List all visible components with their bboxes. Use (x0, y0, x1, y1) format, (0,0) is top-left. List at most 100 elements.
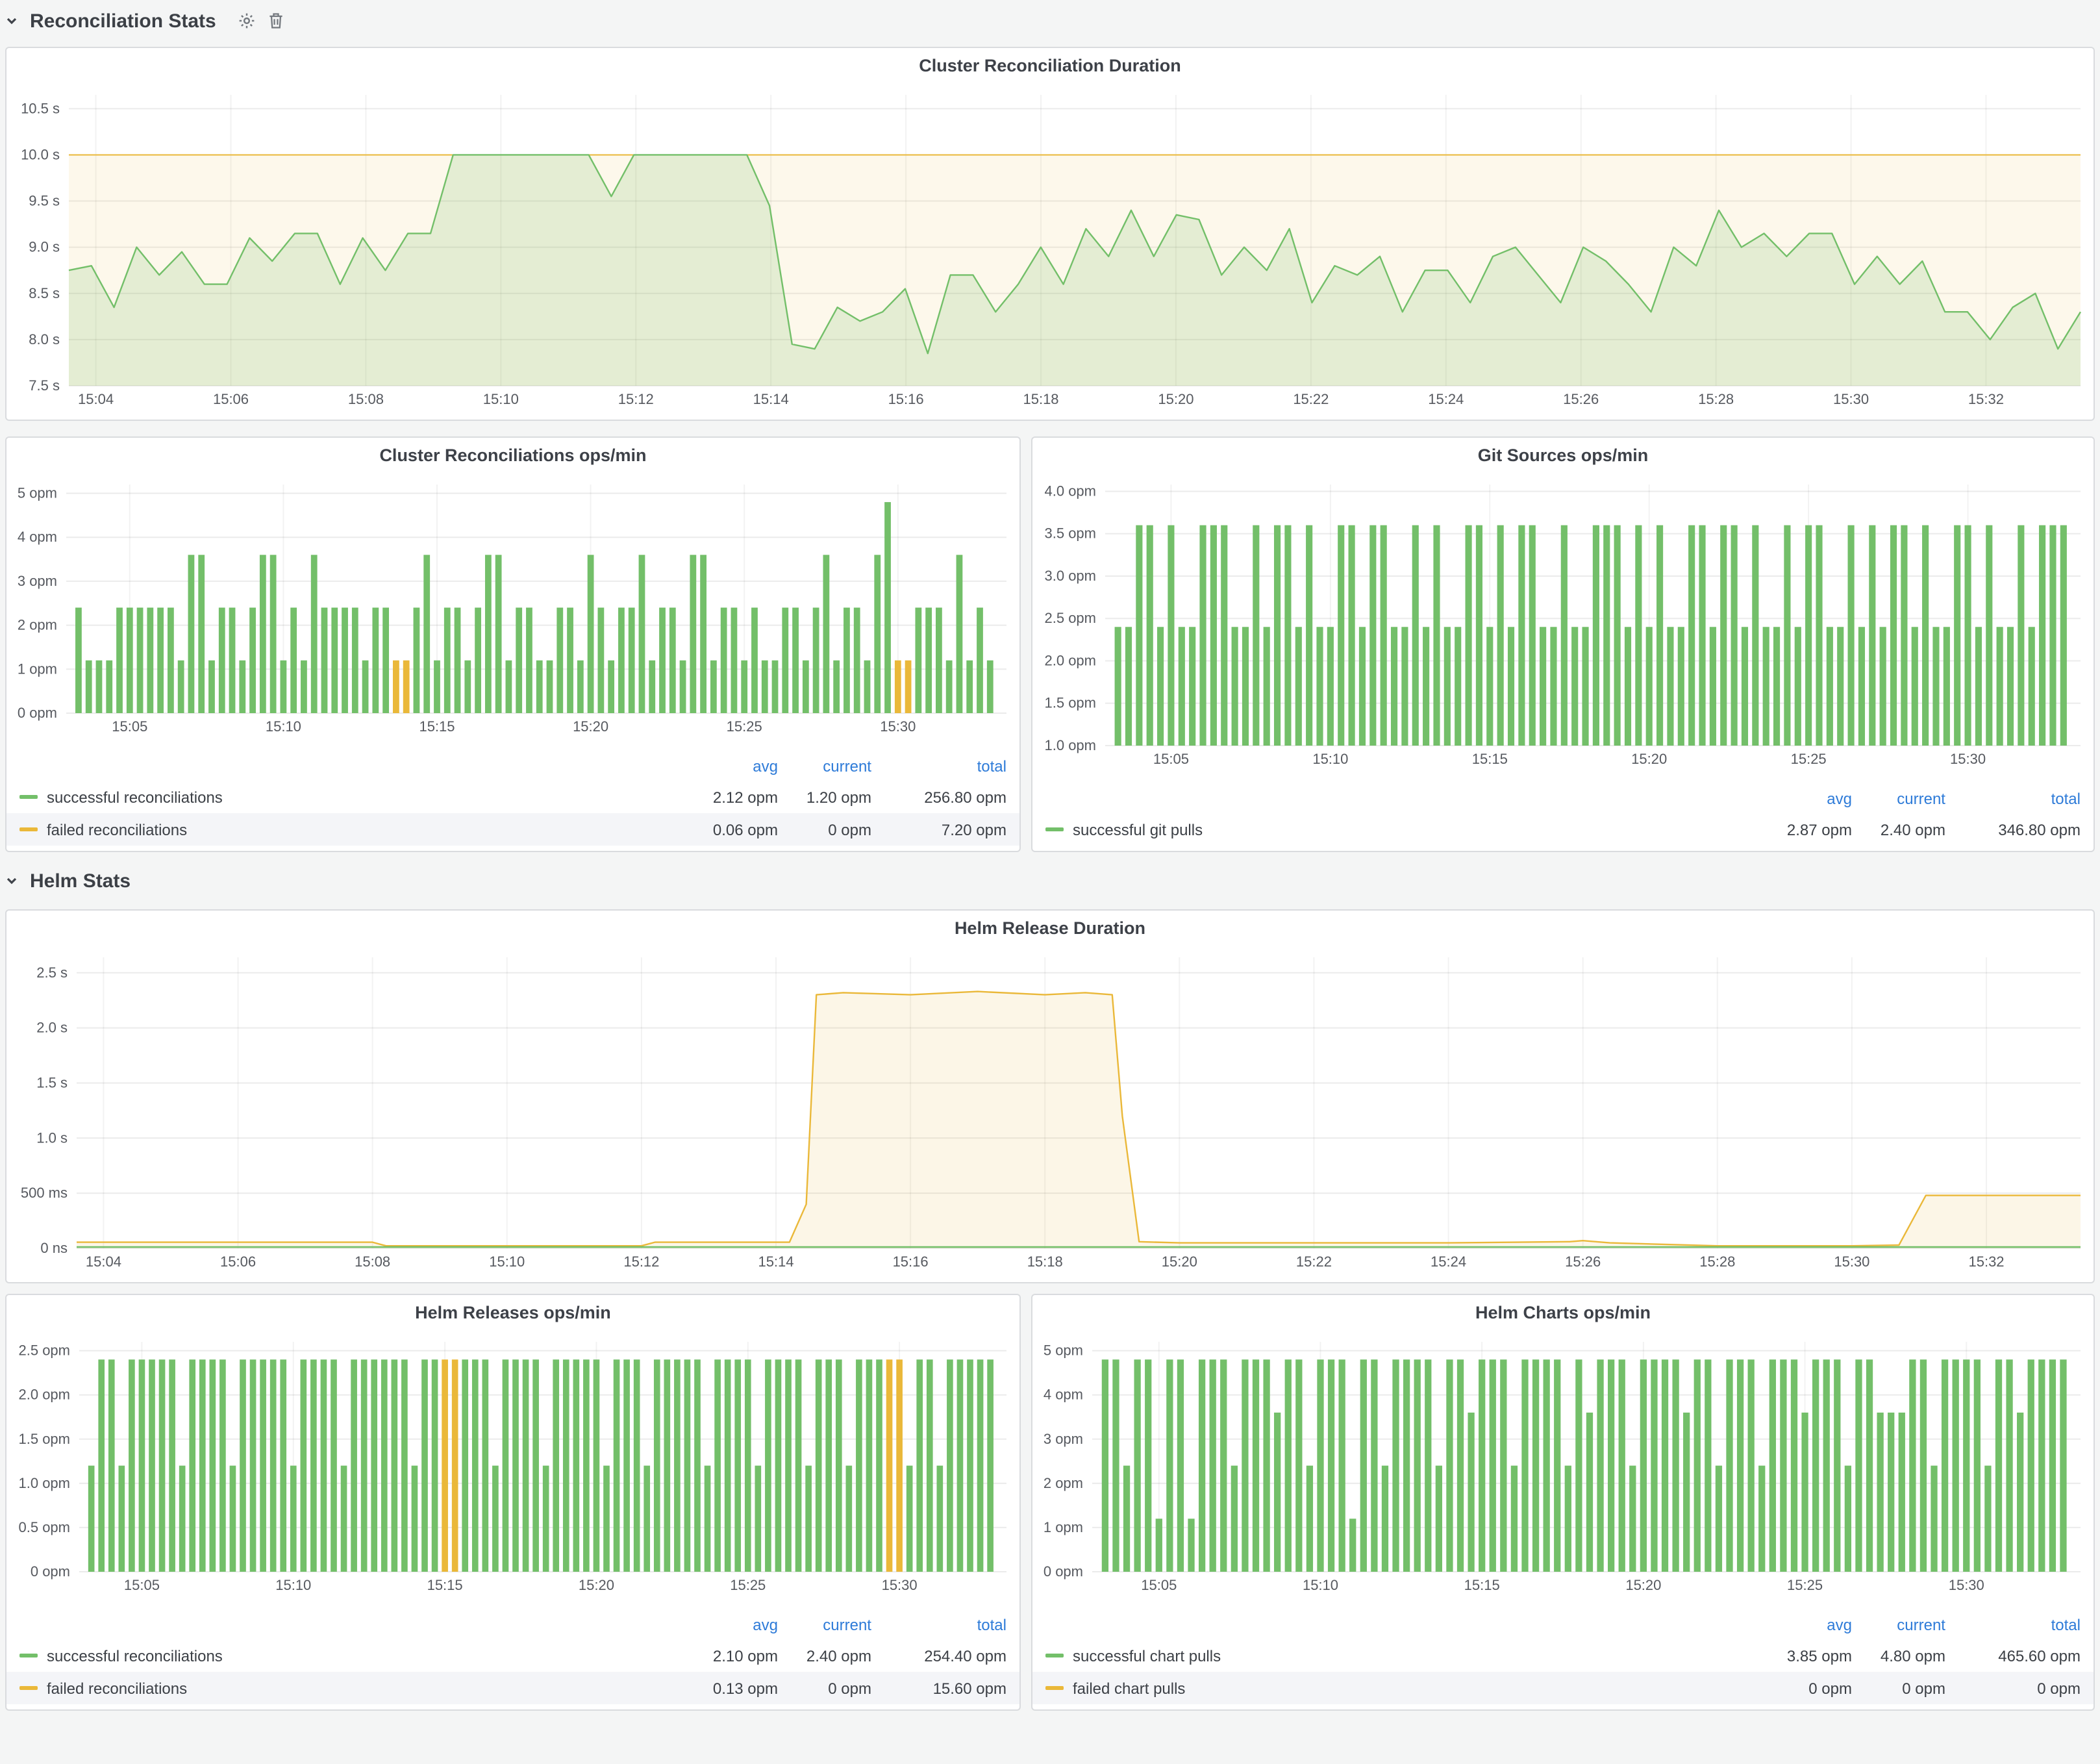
chart-helm-releases-opm[interactable]: 0 opm0.5 opm1.0 opm1.5 opm2.0 opm2.5 opm… (6, 1331, 1019, 1606)
svg-text:2.5 s: 2.5 s (36, 964, 68, 981)
svg-text:15:30: 15:30 (1833, 391, 1869, 407)
series-marker (19, 1654, 38, 1657)
legend-value-avg: 0 opm (1748, 1679, 1852, 1697)
svg-text:15:05: 15:05 (124, 1577, 160, 1593)
panel-title[interactable]: Helm Release Duration (6, 911, 2094, 947)
legend-value-total: 0 opm (1945, 1679, 2081, 1697)
legend-row: successful chart pulls 3.85 opm 4.80 opm… (1045, 1639, 2081, 1672)
legend-label[interactable]: failed reconciliations (47, 1679, 187, 1697)
legend-col-total[interactable]: total (871, 1616, 1006, 1634)
legend-value-total: 465.60 opm (1945, 1646, 2081, 1665)
svg-text:15:22: 15:22 (1293, 391, 1329, 407)
svg-text:15:10: 15:10 (489, 1254, 525, 1270)
svg-text:7.5 s: 7.5 s (29, 377, 60, 394)
legend-label[interactable]: failed chart pulls (1073, 1679, 1185, 1697)
legend-value-total: 254.40 opm (871, 1646, 1006, 1665)
svg-text:15:12: 15:12 (623, 1254, 659, 1270)
legend-col-avg[interactable]: avg (1748, 1616, 1852, 1634)
legend-label[interactable]: successful chart pulls (1073, 1646, 1221, 1665)
svg-text:15:20: 15:20 (579, 1577, 614, 1593)
chart-helm-charts-opm[interactable]: 0 opm1 opm2 opm3 opm4 opm5 opm15:0515:10… (1032, 1331, 2094, 1606)
legend-col-current[interactable]: current (1852, 790, 1945, 808)
chart-cluster-reconciliations-opm[interactable]: 0 opm1 opm2 opm3 opm4 opm5 opm15:0515:10… (6, 474, 1019, 747)
legend-value-current: 4.80 opm (1852, 1646, 1945, 1665)
chart-git-sources-opm[interactable]: 1.0 opm1.5 opm2.0 opm2.5 opm3.0 opm3.5 o… (1032, 474, 2094, 779)
legend-col-total[interactable]: total (871, 757, 1006, 775)
svg-text:8.5 s: 8.5 s (29, 285, 60, 301)
legend-col-current[interactable]: current (1852, 1616, 1945, 1634)
legend-row: successful reconciliations 2.12 opm 1.20… (19, 781, 1006, 813)
svg-text:15:26: 15:26 (1563, 391, 1599, 407)
svg-text:15:10: 15:10 (275, 1577, 311, 1593)
svg-text:1.0 s: 1.0 s (36, 1129, 68, 1146)
svg-text:15:18: 15:18 (1027, 1254, 1063, 1270)
panel-title[interactable]: Git Sources ops/min (1032, 438, 2094, 474)
legend-label[interactable]: successful git pulls (1073, 820, 1203, 838)
legend-value-avg: 2.87 opm (1748, 820, 1852, 838)
chevron-down-icon[interactable] (5, 14, 18, 27)
legend: avg current total successful reconciliat… (6, 747, 1019, 851)
legend-col-total[interactable]: total (1945, 790, 2081, 808)
svg-text:0 opm: 0 opm (1044, 1563, 1083, 1580)
panel-title[interactable]: Cluster Reconciliation Duration (6, 48, 2094, 84)
svg-text:15:10: 15:10 (483, 391, 519, 407)
svg-text:15:26: 15:26 (1565, 1254, 1601, 1270)
panel-helm-release-duration: Helm Release Duration 0 ns500 ms1.0 s1.5… (5, 909, 2095, 1283)
section-title-reconciliation-stats[interactable]: Reconciliation Stats (30, 10, 216, 32)
svg-text:0 ns: 0 ns (40, 1240, 68, 1256)
svg-text:15:05: 15:05 (1141, 1577, 1177, 1593)
svg-text:15:08: 15:08 (348, 391, 384, 407)
legend-col-total[interactable]: total (1945, 1616, 2081, 1634)
svg-text:15:14: 15:14 (753, 391, 789, 407)
panel-title[interactable]: Helm Releases ops/min (6, 1295, 1019, 1331)
gear-icon[interactable] (238, 12, 256, 30)
legend-label[interactable]: successful reconciliations (47, 788, 223, 806)
trash-icon[interactable] (268, 12, 285, 30)
svg-text:15:16: 15:16 (888, 391, 924, 407)
svg-text:15:06: 15:06 (213, 391, 249, 407)
svg-text:1 opm: 1 opm (18, 661, 57, 677)
legend: avg current total successful git pulls 2… (1032, 779, 2094, 851)
section-title-helm-stats[interactable]: Helm Stats (30, 870, 131, 892)
svg-text:0.5 opm: 0.5 opm (19, 1519, 71, 1535)
legend-col-current[interactable]: current (778, 757, 871, 775)
svg-text:15:06: 15:06 (220, 1254, 256, 1270)
legend-label[interactable]: failed reconciliations (47, 820, 187, 838)
series-marker (1045, 1654, 1064, 1657)
svg-text:2.5 opm: 2.5 opm (19, 1342, 71, 1359)
legend-col-avg[interactable]: avg (674, 1616, 778, 1634)
svg-text:15:32: 15:32 (1968, 1254, 2004, 1270)
panel-title[interactable]: Cluster Reconciliations ops/min (6, 438, 1019, 474)
legend-label[interactable]: successful reconciliations (47, 1646, 223, 1665)
svg-text:15:15: 15:15 (419, 718, 455, 735)
svg-text:2.0 s: 2.0 s (36, 1020, 68, 1036)
svg-text:500 ms: 500 ms (21, 1185, 68, 1201)
legend-col-avg[interactable]: avg (1748, 790, 1852, 808)
chart-helm-release-duration[interactable]: 0 ns500 ms1.0 s1.5 s2.0 s2.5 s15:0415:06… (6, 947, 2094, 1282)
svg-text:8.0 s: 8.0 s (29, 331, 60, 347)
series-marker (1045, 827, 1064, 831)
svg-text:15:20: 15:20 (1162, 1254, 1197, 1270)
svg-text:15:30: 15:30 (1949, 1577, 1984, 1593)
legend-value-current: 0 opm (778, 1679, 871, 1697)
legend-col-avg[interactable]: avg (674, 757, 778, 775)
legend-value-current: 1.20 opm (778, 788, 871, 806)
svg-text:3.5 opm: 3.5 opm (1045, 525, 1097, 542)
svg-text:15:05: 15:05 (112, 718, 147, 735)
svg-text:15:20: 15:20 (1158, 391, 1194, 407)
legend-value-current: 2.40 opm (778, 1646, 871, 1665)
svg-text:15:15: 15:15 (427, 1577, 463, 1593)
svg-text:2 opm: 2 opm (18, 617, 57, 633)
legend-row: successful reconciliations 2.10 opm 2.40… (19, 1639, 1006, 1672)
series-marker (19, 795, 38, 799)
chart-cluster-reconciliation-duration[interactable]: 7.5 s8.0 s8.5 s9.0 s9.5 s10.0 s10.5 s15:… (6, 84, 2094, 420)
svg-text:15:32: 15:32 (1968, 391, 2004, 407)
legend-col-current[interactable]: current (778, 1616, 871, 1634)
legend: avg current total successful reconciliat… (6, 1606, 1019, 1709)
series-marker (19, 827, 38, 831)
legend-value-total: 7.20 opm (871, 820, 1006, 838)
svg-text:15:10: 15:10 (1303, 1577, 1338, 1593)
panel-title[interactable]: Helm Charts ops/min (1032, 1295, 2094, 1331)
svg-text:15:28: 15:28 (1698, 391, 1734, 407)
chevron-down-icon[interactable] (5, 874, 18, 887)
